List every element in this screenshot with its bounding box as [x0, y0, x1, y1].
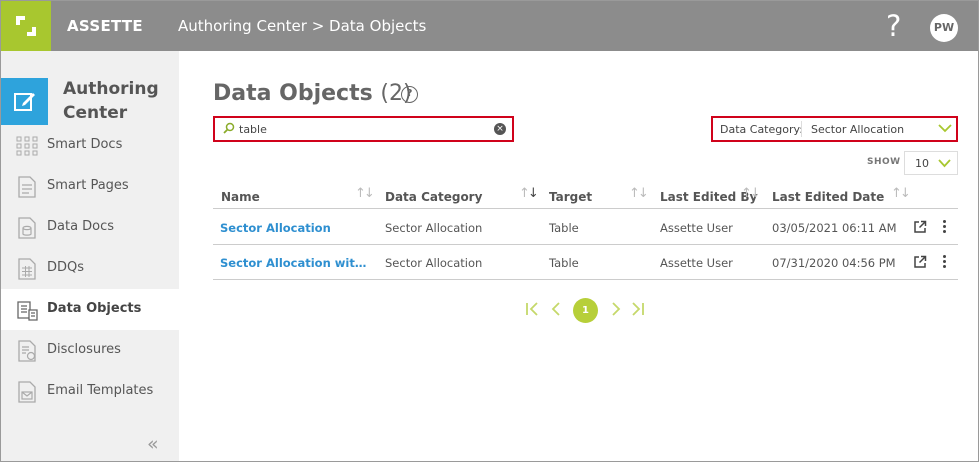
row-last-edited-by: Assette User — [660, 256, 733, 270]
page-title-text: Data Objects — [213, 81, 373, 106]
brand-name: ASSETTE — [67, 17, 143, 35]
row-target: Table — [549, 256, 579, 270]
sidebar-item-email-templates[interactable]: Email Templates — [1, 371, 179, 412]
page-icon — [18, 176, 36, 198]
authoring-center-icon — [1, 78, 48, 125]
disclosure-icon — [18, 340, 36, 362]
sidebar-item-smart-pages[interactable]: Smart Pages — [1, 166, 179, 207]
chevron-down-icon — [938, 159, 951, 168]
sidebar-item-data-docs[interactable]: Data Docs — [1, 207, 179, 248]
row-last-edited-by: Assette User — [660, 221, 733, 235]
data-category-label: Data Category: — [720, 123, 803, 136]
email-template-icon — [18, 381, 36, 403]
page-help-icon[interactable]: ? — [401, 86, 418, 103]
grid-dots-icon — [16, 136, 38, 156]
data-doc-icon — [18, 217, 36, 239]
first-page-icon[interactable] — [525, 301, 539, 317]
search-input[interactable] — [239, 121, 479, 137]
clear-search-icon[interactable]: × — [494, 123, 506, 135]
open-external-icon[interactable] — [913, 255, 927, 269]
row-target: Table — [549, 221, 579, 235]
sidebar: Authoring Center Smart Docs Smart Pages — [1, 51, 179, 461]
search-box: × — [213, 116, 514, 142]
page-size-select[interactable]: 10 — [904, 151, 958, 175]
row-name-link[interactable]: Sector Allocation — [220, 221, 372, 235]
sort-icon[interactable]: ↑↓ — [355, 186, 375, 201]
pagination: 1 — [525, 298, 649, 323]
current-page-button[interactable]: 1 — [573, 298, 598, 323]
table-header: Name ↑↓ Data Category ↑↓ Target ↑↓ Last … — [213, 181, 958, 209]
row-data-category: Sector Allocation — [385, 221, 483, 235]
app-window: ASSETTE Authoring Center > Data Objects … — [0, 0, 979, 462]
sort-icon[interactable]: ↑↓ — [519, 186, 539, 201]
table-row: Sector Allocation with Att... Sector All… — [213, 245, 958, 280]
data-category-filter[interactable]: Data Category: Sector Allocation — [711, 116, 958, 142]
logo-icon — [16, 16, 36, 36]
sidebar-item-disclosures[interactable]: Disclosures — [1, 330, 179, 371]
search-icon — [223, 122, 235, 134]
data-object-icon — [17, 301, 38, 321]
table-row: Sector Allocation Sector Allocation Tabl… — [213, 210, 958, 245]
data-category-value: Sector Allocation — [811, 123, 905, 136]
sidebar-item-label: Smart Docs — [47, 137, 123, 152]
show-label: SHOW — [867, 157, 901, 167]
sidebar-item-label: Data Objects — [47, 301, 142, 316]
user-avatar[interactable]: PW — [930, 14, 958, 42]
more-options-icon[interactable] — [940, 218, 948, 236]
sidebar-item-ddqs[interactable]: DDQs — [1, 248, 179, 289]
previous-page-icon[interactable] — [551, 301, 561, 317]
last-page-icon[interactable] — [631, 301, 645, 317]
row-data-category: Sector Allocation — [385, 256, 483, 270]
row-name-link[interactable]: Sector Allocation with Att... — [220, 256, 372, 270]
sidebar-title: Authoring Center — [63, 79, 159, 123]
sort-icon[interactable]: ↑↓ — [741, 186, 761, 201]
sidebar-item-label: DDQs — [47, 260, 85, 275]
top-bar: ASSETTE Authoring Center > Data Objects … — [1, 1, 978, 51]
sidebar-item-label: Data Docs — [47, 219, 115, 234]
sidebar-item-smart-docs[interactable]: Smart Docs — [1, 125, 179, 166]
row-last-edited-date: 07/31/2020 04:56 PM — [772, 256, 896, 270]
sidebar-item-label: Email Templates — [47, 383, 154, 398]
row-last-edited-date: 03/05/2021 06:11 AM — [772, 221, 897, 235]
help-icon[interactable]: ? — [886, 10, 901, 42]
page-size-value: 10 — [915, 157, 929, 170]
breadcrumb: Authoring Center > Data Objects — [178, 17, 427, 35]
open-external-icon[interactable] — [913, 220, 927, 234]
sidebar-item-label: Disclosures — [47, 342, 121, 357]
sidebar-item-data-objects[interactable]: Data Objects — [1, 289, 179, 330]
main-content: Data Objects (2) ? × Data Category: Sect… — [179, 51, 978, 461]
more-options-icon[interactable] — [940, 253, 948, 271]
sort-icon[interactable]: ↑↓ — [629, 186, 649, 201]
column-header-data-category[interactable]: Data Category — [385, 190, 482, 204]
divider — [801, 121, 802, 137]
next-page-icon[interactable] — [611, 301, 621, 317]
column-header-target[interactable]: Target — [549, 190, 592, 204]
sidebar-item-label: Smart Pages — [47, 178, 129, 193]
search-field: × — [217, 120, 510, 138]
sort-icon[interactable]: ↑↓ — [891, 186, 911, 201]
column-header-name[interactable]: Name — [221, 190, 260, 204]
table-doc-icon — [18, 258, 36, 280]
chevron-down-icon — [938, 124, 952, 133]
collapse-sidebar-icon[interactable]: « — [147, 433, 159, 455]
column-header-last-edited-date[interactable]: Last Edited Date — [772, 190, 884, 204]
page-title: Data Objects (2) — [213, 81, 412, 106]
assette-logo[interactable] — [1, 1, 51, 51]
sidebar-header: Authoring Center — [1, 78, 179, 126]
